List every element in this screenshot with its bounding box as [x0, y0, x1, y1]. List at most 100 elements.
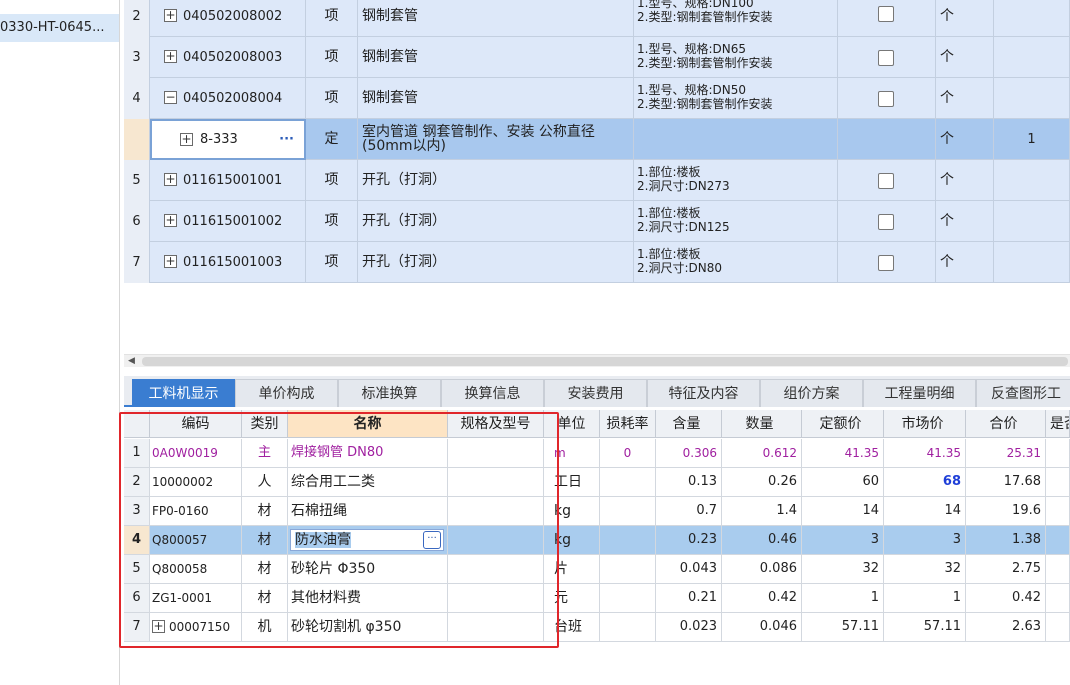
resource-loss-rate[interactable]	[600, 555, 656, 583]
resource-type[interactable]: 材	[242, 526, 288, 554]
item-quantity[interactable]	[994, 201, 1070, 242]
item-code-cell[interactable]: +040502008002	[150, 0, 306, 37]
table-row[interactable]: 7 +011615001003 项 开孔（打洞） 1.部位:楼板 2.洞尺寸:DN…	[124, 242, 1070, 283]
tab-standard-conversion[interactable]: 标准换算	[338, 379, 441, 407]
resource-market-price[interactable]: 32	[884, 555, 966, 583]
resource-type[interactable]: 材	[242, 555, 288, 583]
item-name[interactable]: 钢制套管	[358, 37, 634, 78]
resource-spec[interactable]	[448, 497, 544, 525]
table-row-selected[interactable]: 4 Q800057 材 防水油膏 ··· kg 0.23 0.46 3 3 1.…	[124, 526, 1070, 555]
item-features[interactable]: 1.部位:楼板 2.洞尺寸:DN80	[634, 242, 838, 283]
header-name[interactable]: 名称	[288, 410, 448, 437]
resource-spec[interactable]	[448, 555, 544, 583]
header-flag[interactable]: 是否	[1046, 410, 1070, 437]
resource-code[interactable]: 0A0W0019	[150, 439, 242, 467]
resource-loss-rate[interactable]	[600, 613, 656, 641]
resource-market-price[interactable]: 1	[884, 584, 966, 612]
resource-content[interactable]: 0.306	[656, 439, 722, 467]
table-row[interactable]: 2 +040502008002 项 钢制套管 1.型号、规格:DN100 2.类型…	[124, 0, 1070, 37]
header-quota-price[interactable]: 定额价	[802, 410, 884, 437]
resource-name[interactable]: 其他材料费	[288, 584, 448, 612]
resource-market-price[interactable]: 3	[884, 526, 966, 554]
row-checkbox[interactable]	[878, 50, 894, 66]
row-checkbox[interactable]	[878, 255, 894, 271]
tab-unit-price-composition[interactable]: 单价构成	[235, 379, 338, 407]
item-features[interactable]: 1.型号、规格:DN50 2.类型:钢制套管制作安装	[634, 78, 838, 119]
resource-spec[interactable]	[448, 526, 544, 554]
resource-spec[interactable]	[448, 613, 544, 641]
resource-unit[interactable]: 工日	[544, 468, 600, 496]
resource-name[interactable]: 焊接钢管 DN80	[288, 439, 448, 467]
resource-flag[interactable]	[1046, 497, 1070, 525]
table-row-selected[interactable]: + 8-333 ··· 定 室内管道 钢套管制作、安装 公称直径(50mm以内)…	[124, 119, 1070, 160]
table-row[interactable]: 5 +011615001001 项 开孔（打洞） 1.部位:楼板 2.洞尺寸:DN…	[124, 160, 1070, 201]
header-loss-rate[interactable]: 损耗率	[600, 410, 656, 437]
resource-name[interactable]: 石棉扭绳	[288, 497, 448, 525]
resource-unit[interactable]: 片	[544, 555, 600, 583]
item-code-cell[interactable]: +040502008003	[150, 37, 306, 78]
resource-flag[interactable]	[1046, 468, 1070, 496]
row-checkbox[interactable]	[878, 6, 894, 22]
resource-type[interactable]: 材	[242, 584, 288, 612]
item-name[interactable]: 开孔（打洞）	[358, 201, 634, 242]
item-features[interactable]: 1.型号、规格:DN100 2.类型:钢制套管制作安装	[634, 0, 838, 37]
scroll-left-icon[interactable]: ◀	[128, 355, 135, 368]
resource-code[interactable]: FP0-0160	[150, 497, 242, 525]
expand-icon[interactable]: +	[152, 620, 165, 633]
table-row[interactable]: 2 10000002 人 综合用工二类 工日 0.13 0.26 60 68 1…	[124, 468, 1070, 497]
item-quantity[interactable]	[994, 242, 1070, 283]
expand-icon[interactable]: +	[164, 9, 177, 22]
row-checkbox[interactable]	[878, 173, 894, 189]
header-code[interactable]: 编码	[150, 410, 242, 437]
item-features[interactable]: 1.部位:楼板 2.洞尺寸:DN125	[634, 201, 838, 242]
item-features[interactable]: 1.型号、规格:DN65 2.类型:钢制套管制作安装	[634, 37, 838, 78]
item-features[interactable]: 1.部位:楼板 2.洞尺寸:DN273	[634, 160, 838, 201]
resource-type[interactable]: 材	[242, 497, 288, 525]
resource-type[interactable]: 机	[242, 613, 288, 641]
item-code-cell[interactable]: +011615001002	[150, 201, 306, 242]
header-type[interactable]: 类别	[242, 410, 288, 437]
resource-code[interactable]: ZG1-0001	[150, 584, 242, 612]
more-options-icon[interactable]: ···	[423, 531, 441, 549]
item-code-cell[interactable]: +011615001001	[150, 160, 306, 201]
expand-icon[interactable]: +	[164, 214, 177, 227]
resource-loss-rate[interactable]	[600, 526, 656, 554]
resource-flag[interactable]	[1046, 439, 1070, 467]
row-checkbox[interactable]	[878, 91, 894, 107]
resource-unit[interactable]: 元	[544, 584, 600, 612]
resource-unit[interactable]: kg	[544, 526, 600, 554]
resource-market-price[interactable]: 57.11	[884, 613, 966, 641]
resource-content[interactable]: 0.023	[656, 613, 722, 641]
resource-content[interactable]: 0.043	[656, 555, 722, 583]
table-row[interactable]: 6 +011615001002 项 开孔（打洞） 1.部位:楼板 2.洞尺寸:DN…	[124, 201, 1070, 242]
resource-spec[interactable]	[448, 584, 544, 612]
resource-market-price[interactable]: 68	[884, 468, 966, 496]
header-market-price[interactable]: 市场价	[884, 410, 966, 437]
resource-unit[interactable]: m	[544, 439, 600, 467]
tab-conversion-info[interactable]: 换算信息	[441, 379, 544, 407]
table-row[interactable]: 3 +040502008003 项 钢制套管 1.型号、规格:DN65 2.类型:…	[124, 37, 1070, 78]
table-row[interactable]: 6 ZG1-0001 材 其他材料费 元 0.21 0.42 1 1 0.42	[124, 584, 1070, 613]
header-content[interactable]: 含量	[656, 410, 722, 437]
tab-pricing-plan[interactable]: 组价方案	[760, 379, 863, 407]
resource-spec[interactable]	[448, 468, 544, 496]
resource-name[interactable]: 砂轮片 Φ350	[288, 555, 448, 583]
resource-spec[interactable]	[448, 439, 544, 467]
collapse-icon[interactable]: −	[164, 91, 177, 104]
resource-name-cell[interactable]: 防水油膏 ···	[288, 526, 448, 554]
expand-icon[interactable]: +	[164, 173, 177, 186]
resource-flag[interactable]	[1046, 584, 1070, 612]
row-checkbox[interactable]	[878, 214, 894, 230]
item-quantity[interactable]	[994, 78, 1070, 119]
table-row[interactable]: 5 Q800058 材 砂轮片 Φ350 片 0.043 0.086 32 32…	[124, 555, 1070, 584]
sidebar-selected-item[interactable]: 0330-HT-0645...	[0, 14, 119, 42]
resource-content[interactable]: 0.13	[656, 468, 722, 496]
table-row[interactable]: 1 0A0W0019 主 焊接钢管 DN80 m 0 0.306 0.612 4…	[124, 439, 1070, 468]
resource-code[interactable]: Q800057	[150, 526, 242, 554]
resource-market-price[interactable]: 14	[884, 497, 966, 525]
item-code-cell[interactable]: −040502008004	[150, 78, 306, 119]
item-name[interactable]: 开孔（打洞）	[358, 160, 634, 201]
item-quantity[interactable]	[994, 160, 1070, 201]
more-options-icon[interactable]: ···	[279, 121, 294, 158]
resource-code[interactable]: 10000002	[150, 468, 242, 496]
